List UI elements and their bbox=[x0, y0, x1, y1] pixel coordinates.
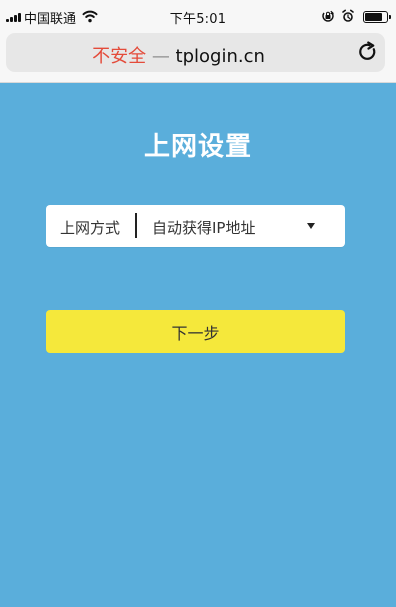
address-separator: — bbox=[151, 46, 170, 67]
field-separator bbox=[135, 213, 137, 238]
orientation-lock-icon bbox=[322, 10, 335, 22]
internet-method-label: 上网方式 bbox=[60, 219, 121, 237]
security-warning: 不安全 bbox=[92, 46, 147, 67]
address-text[interactable]: 不安全 — tplogin.cn bbox=[6, 42, 351, 68]
next-step-button[interactable]: 下一步 bbox=[46, 310, 345, 353]
address-domain: tplogin.cn bbox=[175, 46, 265, 67]
page-title: 上网设置 bbox=[143, 132, 252, 162]
battery-level-fill bbox=[365, 13, 382, 21]
internet-method-select[interactable]: 上网方式 自动获得IP地址 bbox=[46, 205, 345, 247]
battery-icon bbox=[363, 11, 391, 23]
caret-down-icon[interactable] bbox=[307, 223, 315, 229]
selected-internet-method[interactable]: 自动获得IP地址 bbox=[152, 217, 255, 238]
router-setup-page: 上网设置 上网方式 自动获得IP地址 下一步 bbox=[0, 83, 396, 607]
browser-header: 中国联通 下午5:01 不安全 — tplogin.cn bbox=[0, 0, 396, 83]
status-bar: 中国联通 下午5:01 bbox=[0, 0, 396, 30]
reload-icon[interactable] bbox=[358, 41, 378, 63]
status-time: 下午5:01 bbox=[169, 12, 227, 27]
alarm-icon bbox=[342, 9, 354, 22]
address-bar[interactable]: 不安全 — tplogin.cn bbox=[6, 33, 385, 72]
